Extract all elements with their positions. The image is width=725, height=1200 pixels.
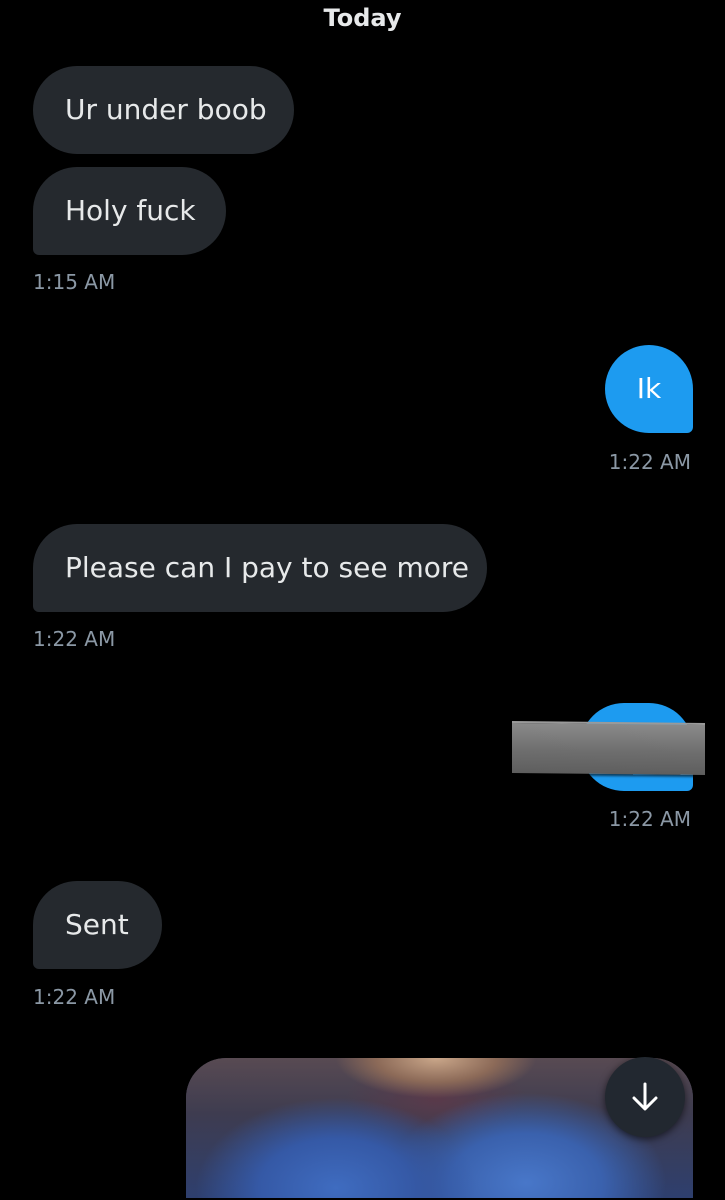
day-header: Today bbox=[323, 4, 402, 32]
incoming-message-bubble[interactable]: Ur under boob bbox=[33, 66, 294, 154]
message-timestamp: 1:22 AM bbox=[608, 450, 691, 474]
image-preview-detail bbox=[336, 1058, 536, 1098]
arrow-down-icon bbox=[632, 1082, 658, 1111]
incoming-message-bubble[interactable]: Sent bbox=[33, 881, 162, 969]
incoming-message-bubble[interactable]: Holy fuck bbox=[33, 167, 226, 255]
message-timestamp: 1:22 AM bbox=[33, 985, 116, 1009]
scroll-to-bottom-button[interactable] bbox=[605, 1057, 685, 1137]
incoming-message-bubble[interactable]: Please can I pay to see more bbox=[33, 524, 487, 612]
redaction-bar bbox=[512, 720, 705, 776]
message-timestamp: 1:15 AM bbox=[33, 270, 116, 294]
dm-conversation-screen: Today Ur under boob Holy fuck 1:15 AM Ik… bbox=[0, 0, 725, 1200]
message-timestamp: 1:22 AM bbox=[33, 627, 116, 651]
outgoing-message-bubble[interactable]: Ik bbox=[605, 345, 693, 433]
message-timestamp: 1:22 AM bbox=[608, 807, 691, 831]
